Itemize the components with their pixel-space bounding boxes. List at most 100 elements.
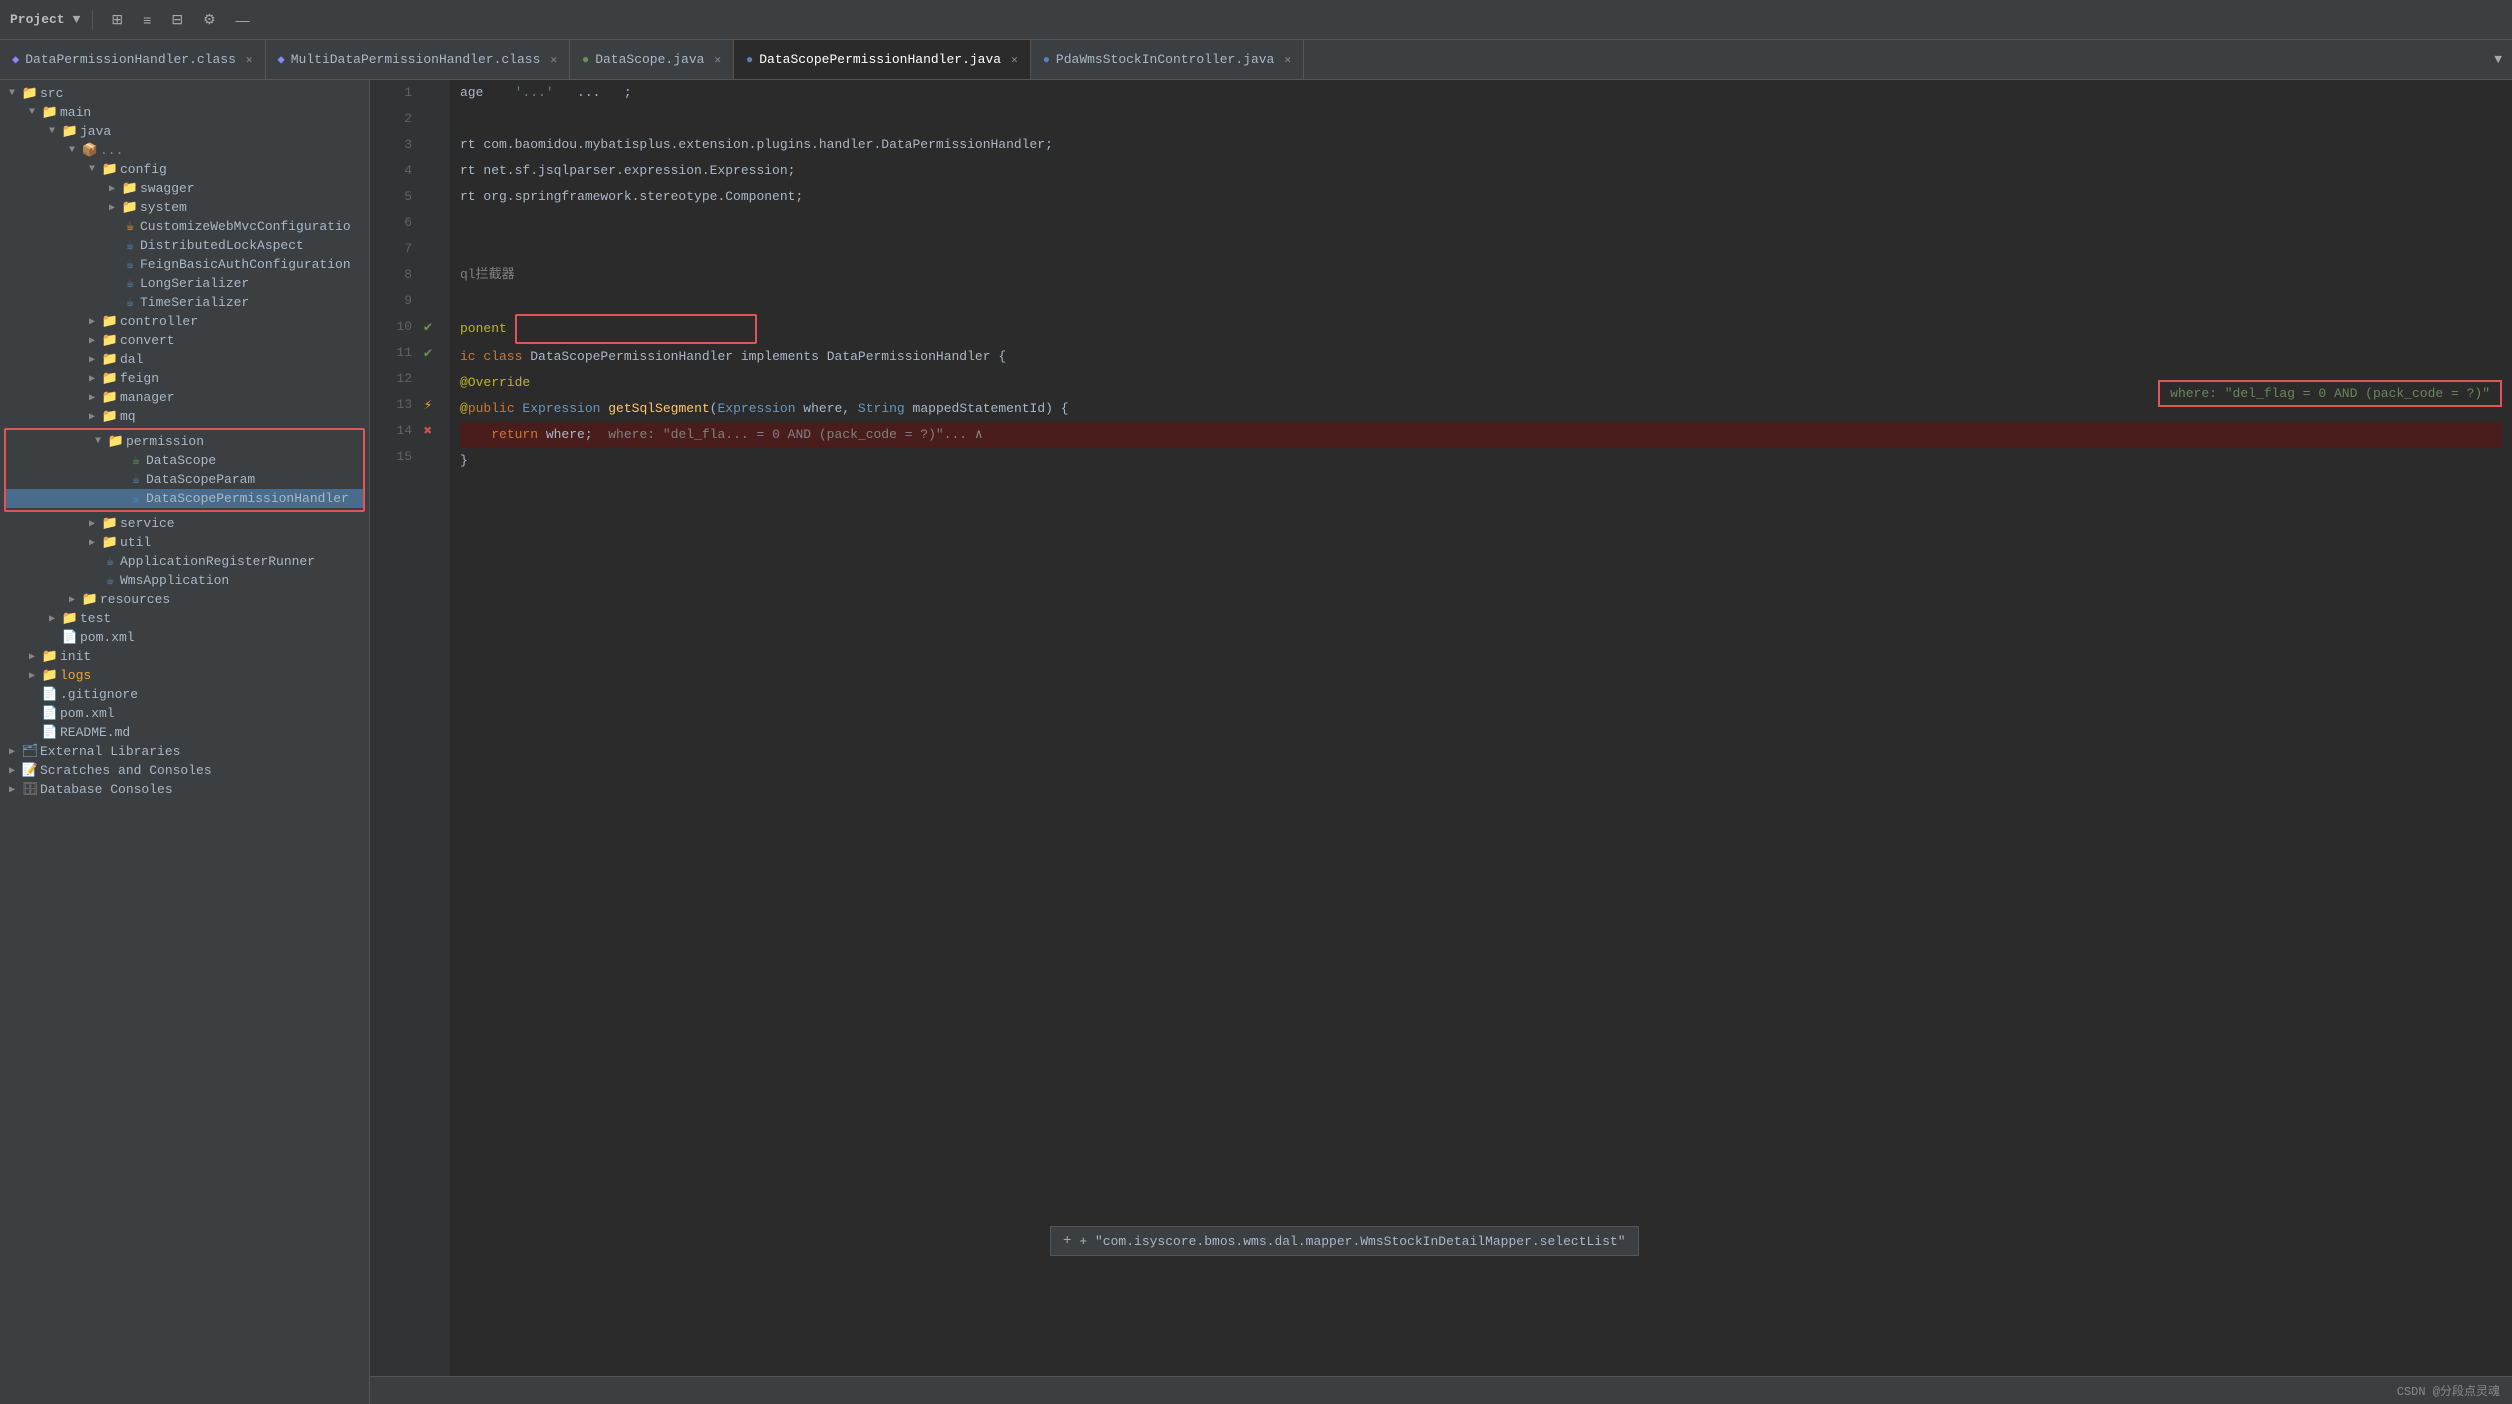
toolbar-settings-btn[interactable]: ⚙ <box>197 7 222 32</box>
expand-arrow-icon: ▼ <box>64 145 80 156</box>
tree-item-scratches[interactable]: ▶ 📝 Scratches and Consoles <box>0 761 369 780</box>
marker-10: ✔ <box>420 314 436 340</box>
tree-item-system[interactable]: ▶ 📁 system <box>0 198 369 217</box>
tree-item-config[interactable]: ▼ 📁 config <box>0 160 369 179</box>
tab-datascope[interactable]: ● DataScope.java ✕ <box>570 40 734 79</box>
toolbar-close-btn[interactable]: — <box>230 8 256 32</box>
suggestion-popup: + + "com.isyscore.bmos.wms.dal.mapper.Wm… <box>1050 1226 1639 1256</box>
code-line-6 <box>460 210 2502 236</box>
tab-close-icon[interactable]: ✕ <box>1284 53 1291 67</box>
tree-item-resources[interactable]: ▶ 📁 resources <box>0 590 369 609</box>
tree-item-datascope[interactable]: ☕ DataScope <box>6 451 363 470</box>
md-file-icon: 📄 <box>40 725 60 740</box>
tree-item-datascopepermissionhandler[interactable]: ☕ DataScopePermissionHandler <box>6 489 363 508</box>
tree-label: test <box>80 611 111 626</box>
tree-label: DataScopePermissionHandler <box>146 491 349 506</box>
tree-label: DataScope <box>146 453 216 468</box>
tree-item-src[interactable]: ▼ 📁 src <box>0 84 369 103</box>
tree-item-main[interactable]: ▼ 📁 main <box>0 103 369 122</box>
collapse-arrow-icon: ▶ <box>84 518 100 530</box>
tree-item-swagger[interactable]: ▶ 📁 swagger <box>0 179 369 198</box>
scratches-label: Scratches and Consoles <box>40 763 212 778</box>
marker-11: ✔ <box>420 340 436 366</box>
tree-item-pom2[interactable]: 📄 pom.xml <box>0 704 369 723</box>
tree-label: src <box>40 86 63 101</box>
lib-icon: 🗂 <box>20 744 40 759</box>
tree-label: init <box>60 649 91 664</box>
tree-item-gitignore[interactable]: 📄 .gitignore <box>0 685 369 704</box>
marker-13: ⚡ <box>420 392 436 418</box>
tree-item-test[interactable]: ▶ 📁 test <box>0 609 369 628</box>
folder-icon: 📁 <box>40 649 60 664</box>
tree-item-longserializer[interactable]: ☕ LongSerializer <box>0 274 369 293</box>
tree-label: WmsApplication <box>120 573 229 588</box>
tree-item-appregrunner[interactable]: ☕ ApplicationRegisterRunner <box>0 552 369 571</box>
tree-item-timeserializer[interactable]: ☕ TimeSerializer <box>0 293 369 312</box>
tree-item-external-libs[interactable]: ▶ 🗂 External Libraries <box>0 742 369 761</box>
code-editor[interactable]: age '...' ... ; rt com.baomidou.mybatisp… <box>450 80 2512 1376</box>
tab-dropdown-btn[interactable]: ▼ <box>2484 52 2512 67</box>
java-file-icon: ☕ <box>100 554 120 569</box>
tree-item-wmsapp[interactable]: ☕ WmsApplication <box>0 571 369 590</box>
marker-7 <box>420 236 436 262</box>
tab-close-icon[interactable]: ✕ <box>1011 53 1018 67</box>
tab-java-icon: ● <box>746 53 753 67</box>
right-code-popup: where: "del_flag = 0 AND (pack_code = ?)… <box>2158 380 2502 407</box>
collapse-arrow-icon: ▶ <box>104 183 120 195</box>
tree-item-feign[interactable]: ▶ 📁 feign <box>0 369 369 388</box>
tab-label: PdaWmsStockInController.java <box>1056 52 1274 67</box>
folder-icon: 📁 <box>100 162 120 177</box>
dropdown-arrow-icon[interactable]: ▼ <box>73 12 81 27</box>
tree-item-datascopeparam[interactable]: ☕ DataScopeParam <box>6 470 363 489</box>
tree-item-service[interactable]: ▶ 📁 service <box>0 514 369 533</box>
tree-item-distributedlock[interactable]: ☕ DistributedLockAspect <box>0 236 369 255</box>
tree-item-mq[interactable]: ▶ 📁 mq <box>0 407 369 426</box>
tree-item-feignbasic[interactable]: ☕ FeignBasicAuthConfiguration <box>0 255 369 274</box>
xml-file-icon: 📄 <box>60 630 80 645</box>
tab-datascopepermissionhandler[interactable]: ● DataScopePermissionHandler.java ✕ <box>734 40 1031 79</box>
code-container: 1 2 3 4 5 6 7 8 9 10 11 12 13 14 15 <box>370 80 2512 1376</box>
folder-icon: 📁 <box>100 390 120 405</box>
tree-item-permission[interactable]: ▼ 📁 permission <box>6 432 363 451</box>
tab-pdawmsstockincontroller[interactable]: ● PdaWmsStockInController.java ✕ <box>1031 40 1304 79</box>
collapse-arrow-icon: ▶ <box>84 335 100 347</box>
tree-label: util <box>120 535 151 550</box>
java-file-icon: ☕ <box>120 257 140 272</box>
code-line-10: ponent <box>460 314 2502 344</box>
collapse-arrow-icon: ▶ <box>4 784 20 796</box>
tab-label: DataScope.java <box>595 52 704 67</box>
tree-item-pom1[interactable]: 📄 pom.xml <box>0 628 369 647</box>
tree-item-dal[interactable]: ▶ 📁 dal <box>0 350 369 369</box>
tree-item-controller[interactable]: ▶ 📁 controller <box>0 312 369 331</box>
tab-datapermissionhandler[interactable]: ◆ DataPermissionHandler.class ✕ <box>0 40 266 79</box>
toolbar-structure-btn[interactable]: ⊞ <box>105 7 129 32</box>
tab-close-icon[interactable]: ✕ <box>246 53 253 67</box>
tab-close-icon[interactable]: ✕ <box>550 53 557 67</box>
tab-multidatapermissionhandler[interactable]: ◆ MultiDataPermissionHandler.class ✕ <box>266 40 571 79</box>
code-line-5: rt org.springframework.stereotype.Compon… <box>460 184 2502 210</box>
tab-class-icon: ◆ <box>278 52 285 67</box>
tree-item-customizewebmvc[interactable]: ☕ CustomizeWebMvcConfiguratio <box>0 217 369 236</box>
tree-item-logs[interactable]: ▶ 📁 logs <box>0 666 369 685</box>
tree-label: manager <box>120 390 175 405</box>
tree-label: convert <box>120 333 175 348</box>
tree-item-convert[interactable]: ▶ 📁 convert <box>0 331 369 350</box>
scratches-icon: 📝 <box>20 763 40 778</box>
project-label: Project <box>10 12 65 27</box>
expand-arrow-icon: ▼ <box>24 107 40 118</box>
tree-item-readme[interactable]: 📄 README.md <box>0 723 369 742</box>
tree-label: pom.xml <box>80 630 135 645</box>
tree-item-db-consoles[interactable]: ▶ 🗄 Database Consoles <box>0 780 369 799</box>
tab-java-icon: ● <box>582 53 589 67</box>
tree-label: config <box>120 162 167 177</box>
tree-item-java[interactable]: ▼ 📁 java <box>0 122 369 141</box>
tab-close-icon[interactable]: ✕ <box>714 53 721 67</box>
tree-item-init[interactable]: ▶ 📁 init <box>0 647 369 666</box>
tree-label: ... <box>100 143 123 158</box>
toolbar-collapse-btn[interactable]: ≡ <box>137 8 157 32</box>
tree-item-manager[interactable]: ▶ 📁 manager <box>0 388 369 407</box>
tree-item-util[interactable]: ▶ 📁 util <box>0 533 369 552</box>
annotation-highlight-box <box>515 314 757 344</box>
toolbar-sort-btn[interactable]: ⊟ <box>165 7 189 32</box>
tree-item-package[interactable]: ▼ 📦 ... <box>0 141 369 160</box>
